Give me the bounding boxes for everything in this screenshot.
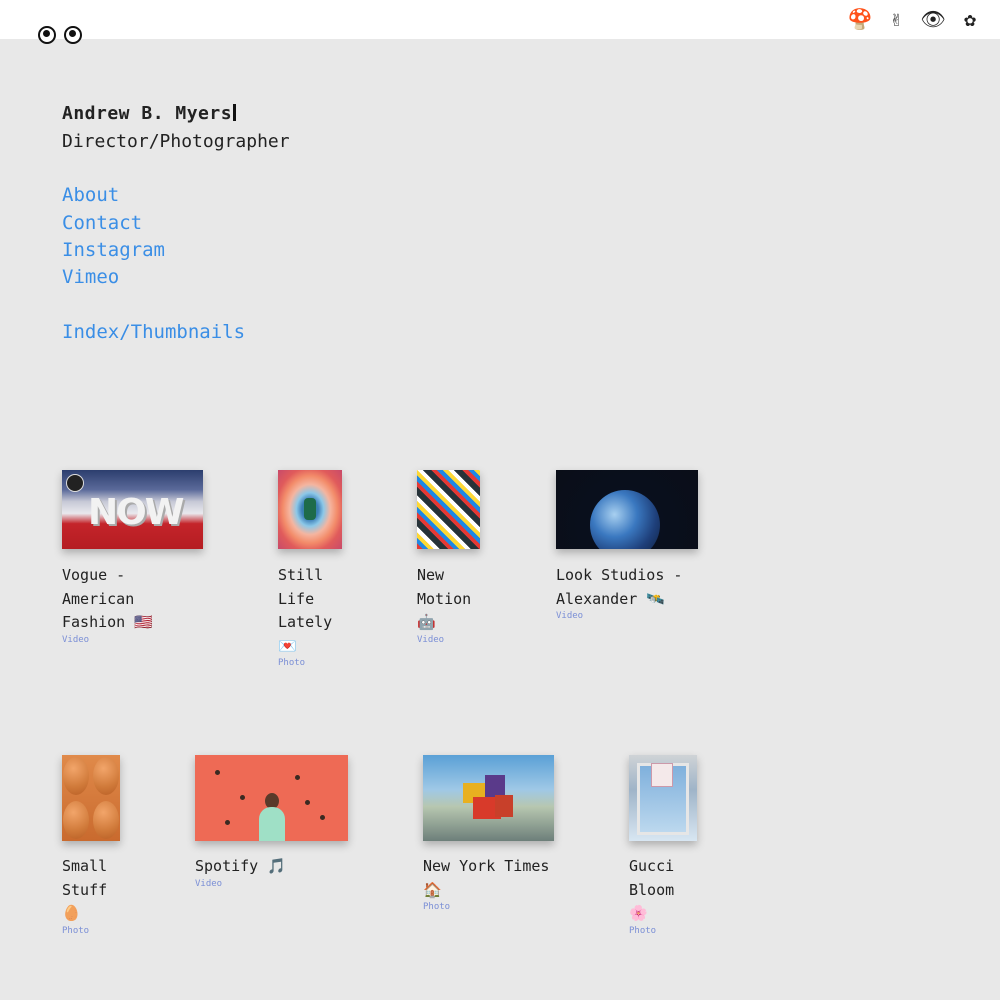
project-thumbnail[interactable] bbox=[423, 755, 554, 841]
egg-illustration bbox=[93, 801, 119, 839]
role-subtitle: Director/Photographer bbox=[62, 131, 290, 152]
floating-object bbox=[215, 770, 220, 775]
earth-illustration bbox=[590, 490, 660, 549]
project-type: Photo bbox=[423, 902, 451, 912]
project-title[interactable]: Vogue - American Fashion 🇺🇸 bbox=[62, 564, 162, 635]
project-card[interactable]: NOW Vogue - American Fashion 🇺🇸 Video bbox=[62, 470, 212, 646]
floating-object bbox=[225, 820, 230, 825]
project-type: Photo bbox=[62, 925, 90, 936]
floating-object bbox=[305, 800, 310, 805]
project-type: Photo bbox=[278, 658, 306, 668]
vogue-badge-icon bbox=[66, 474, 84, 492]
project-thumbnail[interactable] bbox=[278, 470, 342, 549]
mushroom-icon[interactable]: 🍄 bbox=[848, 7, 873, 31]
site-title: Andrew B. Myers bbox=[62, 103, 237, 124]
project-card[interactable]: Look Studios - Alexander 🛰️ Video bbox=[556, 470, 706, 622]
project-thumbnail[interactable] bbox=[62, 755, 120, 841]
nav-index-thumbnails-link[interactable]: Index/Thumbnails bbox=[62, 321, 245, 343]
project-thumbnail[interactable] bbox=[556, 470, 698, 549]
egg-illustration bbox=[63, 757, 89, 795]
project-card[interactable]: Spotify 🎵 Video bbox=[195, 755, 355, 890]
text-cursor bbox=[233, 104, 237, 121]
nav-about-link[interactable]: About bbox=[62, 184, 119, 206]
project-type: Video bbox=[417, 634, 445, 645]
project-card[interactable]: New Motion 🤖 Video bbox=[417, 470, 487, 646]
project-title[interactable]: Spotify 🎵 bbox=[195, 855, 345, 879]
nav-vimeo-link[interactable]: Vimeo bbox=[62, 266, 119, 288]
watch-illustration bbox=[304, 498, 316, 520]
project-card[interactable]: New York Times 🏠 Photo bbox=[423, 755, 563, 913]
project-type: Photo bbox=[629, 925, 657, 936]
flower-icon[interactable]: ✿ bbox=[958, 7, 982, 31]
eye-icon[interactable]: 👁 bbox=[920, 7, 945, 31]
house-block bbox=[495, 795, 513, 817]
floating-object bbox=[320, 815, 325, 820]
nav-instagram-link[interactable]: Instagram bbox=[62, 239, 165, 261]
project-title[interactable]: Still Life Lately 💌 bbox=[278, 564, 342, 658]
project-card[interactable]: Small Stuff 🥚 Photo bbox=[62, 755, 132, 937]
project-title[interactable]: Look Studios - Alexander 🛰️ bbox=[556, 564, 701, 611]
name-text: Andrew B. Myers bbox=[62, 103, 233, 124]
top-bar: 🍄 ✌ 👁 ✿ bbox=[0, 0, 1000, 39]
floating-object bbox=[240, 795, 245, 800]
googly-eyes-logo[interactable] bbox=[38, 26, 82, 44]
project-title[interactable]: New Motion 🤖 bbox=[417, 564, 480, 635]
egg-illustration bbox=[93, 757, 119, 795]
project-thumbnail[interactable] bbox=[195, 755, 348, 841]
nav-contact-link[interactable]: Contact bbox=[62, 212, 142, 234]
peace-hand-icon[interactable]: ✌ bbox=[884, 7, 908, 31]
project-type: Video bbox=[62, 634, 90, 645]
person-illustration bbox=[259, 807, 285, 841]
egg-illustration bbox=[63, 801, 89, 839]
floating-object bbox=[295, 775, 300, 780]
project-card[interactable]: Still Life Lately 💌 Photo bbox=[278, 470, 348, 669]
project-type: Video bbox=[195, 878, 223, 889]
project-title[interactable]: Gucci Bloom 🌸 bbox=[629, 855, 697, 926]
now-lettering: NOW bbox=[88, 492, 184, 533]
left-eye-icon bbox=[38, 26, 56, 44]
project-thumbnail[interactable] bbox=[629, 755, 697, 841]
project-card[interactable]: Gucci Bloom 🌸 Photo bbox=[629, 755, 704, 937]
project-title[interactable]: Small Stuff 🥚 bbox=[62, 855, 120, 926]
right-eye-icon bbox=[64, 26, 82, 44]
project-type: Video bbox=[556, 611, 584, 621]
bottle-illustration bbox=[651, 763, 673, 787]
project-thumbnail[interactable] bbox=[417, 470, 480, 549]
project-thumbnail[interactable]: NOW bbox=[62, 470, 203, 549]
project-title[interactable]: New York Times 🏠 bbox=[423, 855, 563, 902]
